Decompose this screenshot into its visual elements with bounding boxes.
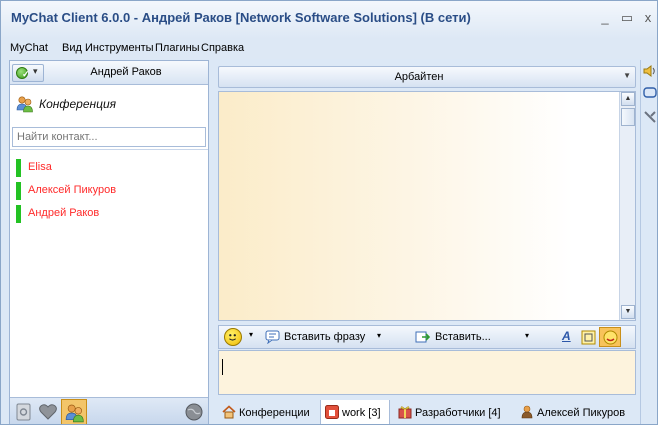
chevron-down-icon[interactable]: ▾ <box>525 331 529 347</box>
menu-help[interactable]: Справка <box>201 42 244 54</box>
insert-icon <box>415 331 431 343</box>
users-icon <box>65 404 84 423</box>
spellcheck-button[interactable] <box>599 327 621 347</box>
contact-name: Elisa <box>28 161 52 173</box>
globe-icon[interactable] <box>184 402 204 422</box>
users-icon <box>16 96 33 113</box>
contact-list: Elisa Алексей Пикуров Андрей Раков <box>10 149 208 397</box>
speaker-icon[interactable] <box>643 64 657 78</box>
tab-conferences[interactable]: Конференции <box>218 400 318 424</box>
text-caret <box>222 359 223 375</box>
main-window: MyChat Client 6.0.0 - Андрей Раков [Netw… <box>0 0 658 425</box>
chevron-down-icon: ▾ <box>33 66 38 76</box>
online-status-indicator <box>16 205 21 223</box>
chat-panel: Арбайтен ▼ ▲ ▼ ▾ Вставить фразу ▾ Встави… <box>216 60 638 424</box>
contact-item[interactable]: Андрей Раков <box>16 204 206 224</box>
chat-scrollbar[interactable]: ▲ ▼ <box>619 92 635 320</box>
contact-item[interactable]: Алексей Пикуров <box>16 181 206 201</box>
online-status-indicator <box>16 159 21 177</box>
menu-mychat[interactable]: MyChat <box>10 42 48 54</box>
tools-icon[interactable] <box>643 110 657 124</box>
chat-tabs: Конференции work [3] Разработчики [4] Ал… <box>216 400 638 424</box>
status-button[interactable]: ✓ ▾ <box>12 64 44 82</box>
menu-tools[interactable]: Инструменты <box>85 42 154 54</box>
contact-item[interactable]: Elisa <box>16 158 206 178</box>
minimize-button[interactable]: _ <box>598 11 612 25</box>
user-bar: ✓ ▾ Андрей Раков <box>10 61 208 85</box>
close-button[interactable]: x <box>641 11 655 25</box>
color-fill-icon[interactable] <box>581 330 596 345</box>
message-toolbar: ▾ Вставить фразу ▾ Вставить... ▾ A <box>218 325 636 349</box>
scroll-up-button[interactable]: ▲ <box>621 92 635 106</box>
online-check-icon: ✓ <box>16 67 30 79</box>
conference-icon <box>325 405 339 419</box>
insert-phrase-button[interactable]: Вставить фразу <box>284 331 365 347</box>
online-status-indicator <box>16 182 21 200</box>
smiley-icon[interactable] <box>224 328 242 346</box>
font-format-icon[interactable]: A <box>562 329 571 345</box>
user-icon <box>521 405 533 419</box>
menu-bar: MyChat Вид Инструменты Плагины Справка <box>1 39 657 59</box>
chat-bubble-icon[interactable] <box>643 86 657 100</box>
channel-selector[interactable]: Арбайтен ▼ <box>218 66 636 88</box>
contact-search-input[interactable] <box>12 127 206 147</box>
tab-private-chat[interactable]: Алексей Пикуров <box>516 400 636 424</box>
contacts-panel: ✓ ▾ Андрей Раков Конференция Elisa Алекс <box>9 60 209 424</box>
conference-label: Конференция <box>39 97 117 111</box>
menu-view[interactable]: Вид <box>62 42 82 54</box>
chevron-down-icon[interactable]: ▾ <box>377 331 381 347</box>
gift-icon <box>398 406 412 419</box>
contact-name: Алексей Пикуров <box>28 184 117 196</box>
scroll-down-button[interactable]: ▼ <box>621 305 635 319</box>
menu-plugins[interactable]: Плагины <box>155 42 200 54</box>
users-tab-active[interactable] <box>61 399 87 424</box>
contact-name: Андрей Раков <box>28 207 100 219</box>
tab-developers[interactable]: Разработчики [4] <box>394 400 512 424</box>
phrase-icon <box>265 330 280 344</box>
scroll-thumb[interactable] <box>621 108 635 126</box>
chevron-down-icon: ▼ <box>623 71 631 80</box>
chat-messages-area[interactable]: ▲ ▼ <box>218 91 636 321</box>
favorites-heart-icon[interactable] <box>38 402 58 422</box>
notes-icon[interactable] <box>14 402 34 422</box>
side-tool-strip <box>640 60 657 424</box>
message-input[interactable] <box>218 350 636 395</box>
spellcheck-icon <box>603 330 618 345</box>
tab-work[interactable]: work [3] <box>320 400 390 424</box>
window-title: MyChat Client 6.0.0 - Андрей Раков [Netw… <box>11 10 471 25</box>
insert-button[interactable]: Вставить... <box>435 331 491 347</box>
home-icon <box>222 405 236 419</box>
channel-name: Арбайтен <box>394 71 444 83</box>
current-user-name: Андрей Раков <box>90 66 162 78</box>
conference-item[interactable]: Конференция <box>10 85 208 123</box>
title-bar: MyChat Client 6.0.0 - Андрей Раков [Netw… <box>1 1 657 39</box>
smiley-dropdown-icon[interactable]: ▾ <box>249 330 253 346</box>
left-bottom-toolbar <box>10 397 208 424</box>
maximize-button[interactable]: ▭ <box>620 11 634 25</box>
